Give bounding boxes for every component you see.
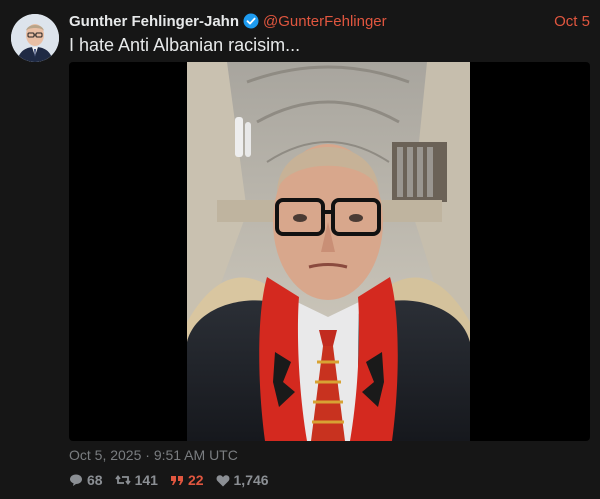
retweet-count: 141	[134, 472, 158, 488]
retweet-stat[interactable]: 141	[114, 472, 158, 488]
quote-stat[interactable]: 22	[170, 472, 204, 488]
verified-badge-icon	[243, 13, 259, 29]
reply-count: 68	[87, 472, 103, 488]
tweet-media[interactable]	[69, 62, 590, 441]
quote-count: 22	[187, 472, 204, 488]
tweet-card: Gunther Fehlinger-Jahn @GunterFehlinger …	[0, 0, 600, 499]
quote-icon	[170, 473, 184, 487]
author-avatar[interactable]	[11, 14, 59, 62]
tweet-timestamp[interactable]: Oct 5, 2025 · 9:51 AM UTC	[69, 447, 238, 463]
like-icon	[216, 474, 230, 487]
tweet-text: I hate Anti Albanian racisim...	[69, 35, 301, 55]
reply-stat[interactable]: 68	[69, 472, 103, 488]
like-stat[interactable]: 1,746	[216, 472, 269, 488]
retweet-icon	[114, 473, 131, 487]
tweet-stats: 68 141 22 1,746	[69, 472, 269, 488]
reply-icon	[69, 473, 83, 487]
tweet-header: Gunther Fehlinger-Jahn @GunterFehlinger …	[69, 11, 590, 31]
author-handle[interactable]: @GunterFehlinger	[263, 13, 387, 30]
author-name[interactable]: Gunther Fehlinger-Jahn	[69, 13, 239, 30]
like-count: 1,746	[233, 472, 269, 488]
tweet-date-link[interactable]: Oct 5	[554, 13, 590, 30]
selfie-photo	[187, 62, 470, 441]
